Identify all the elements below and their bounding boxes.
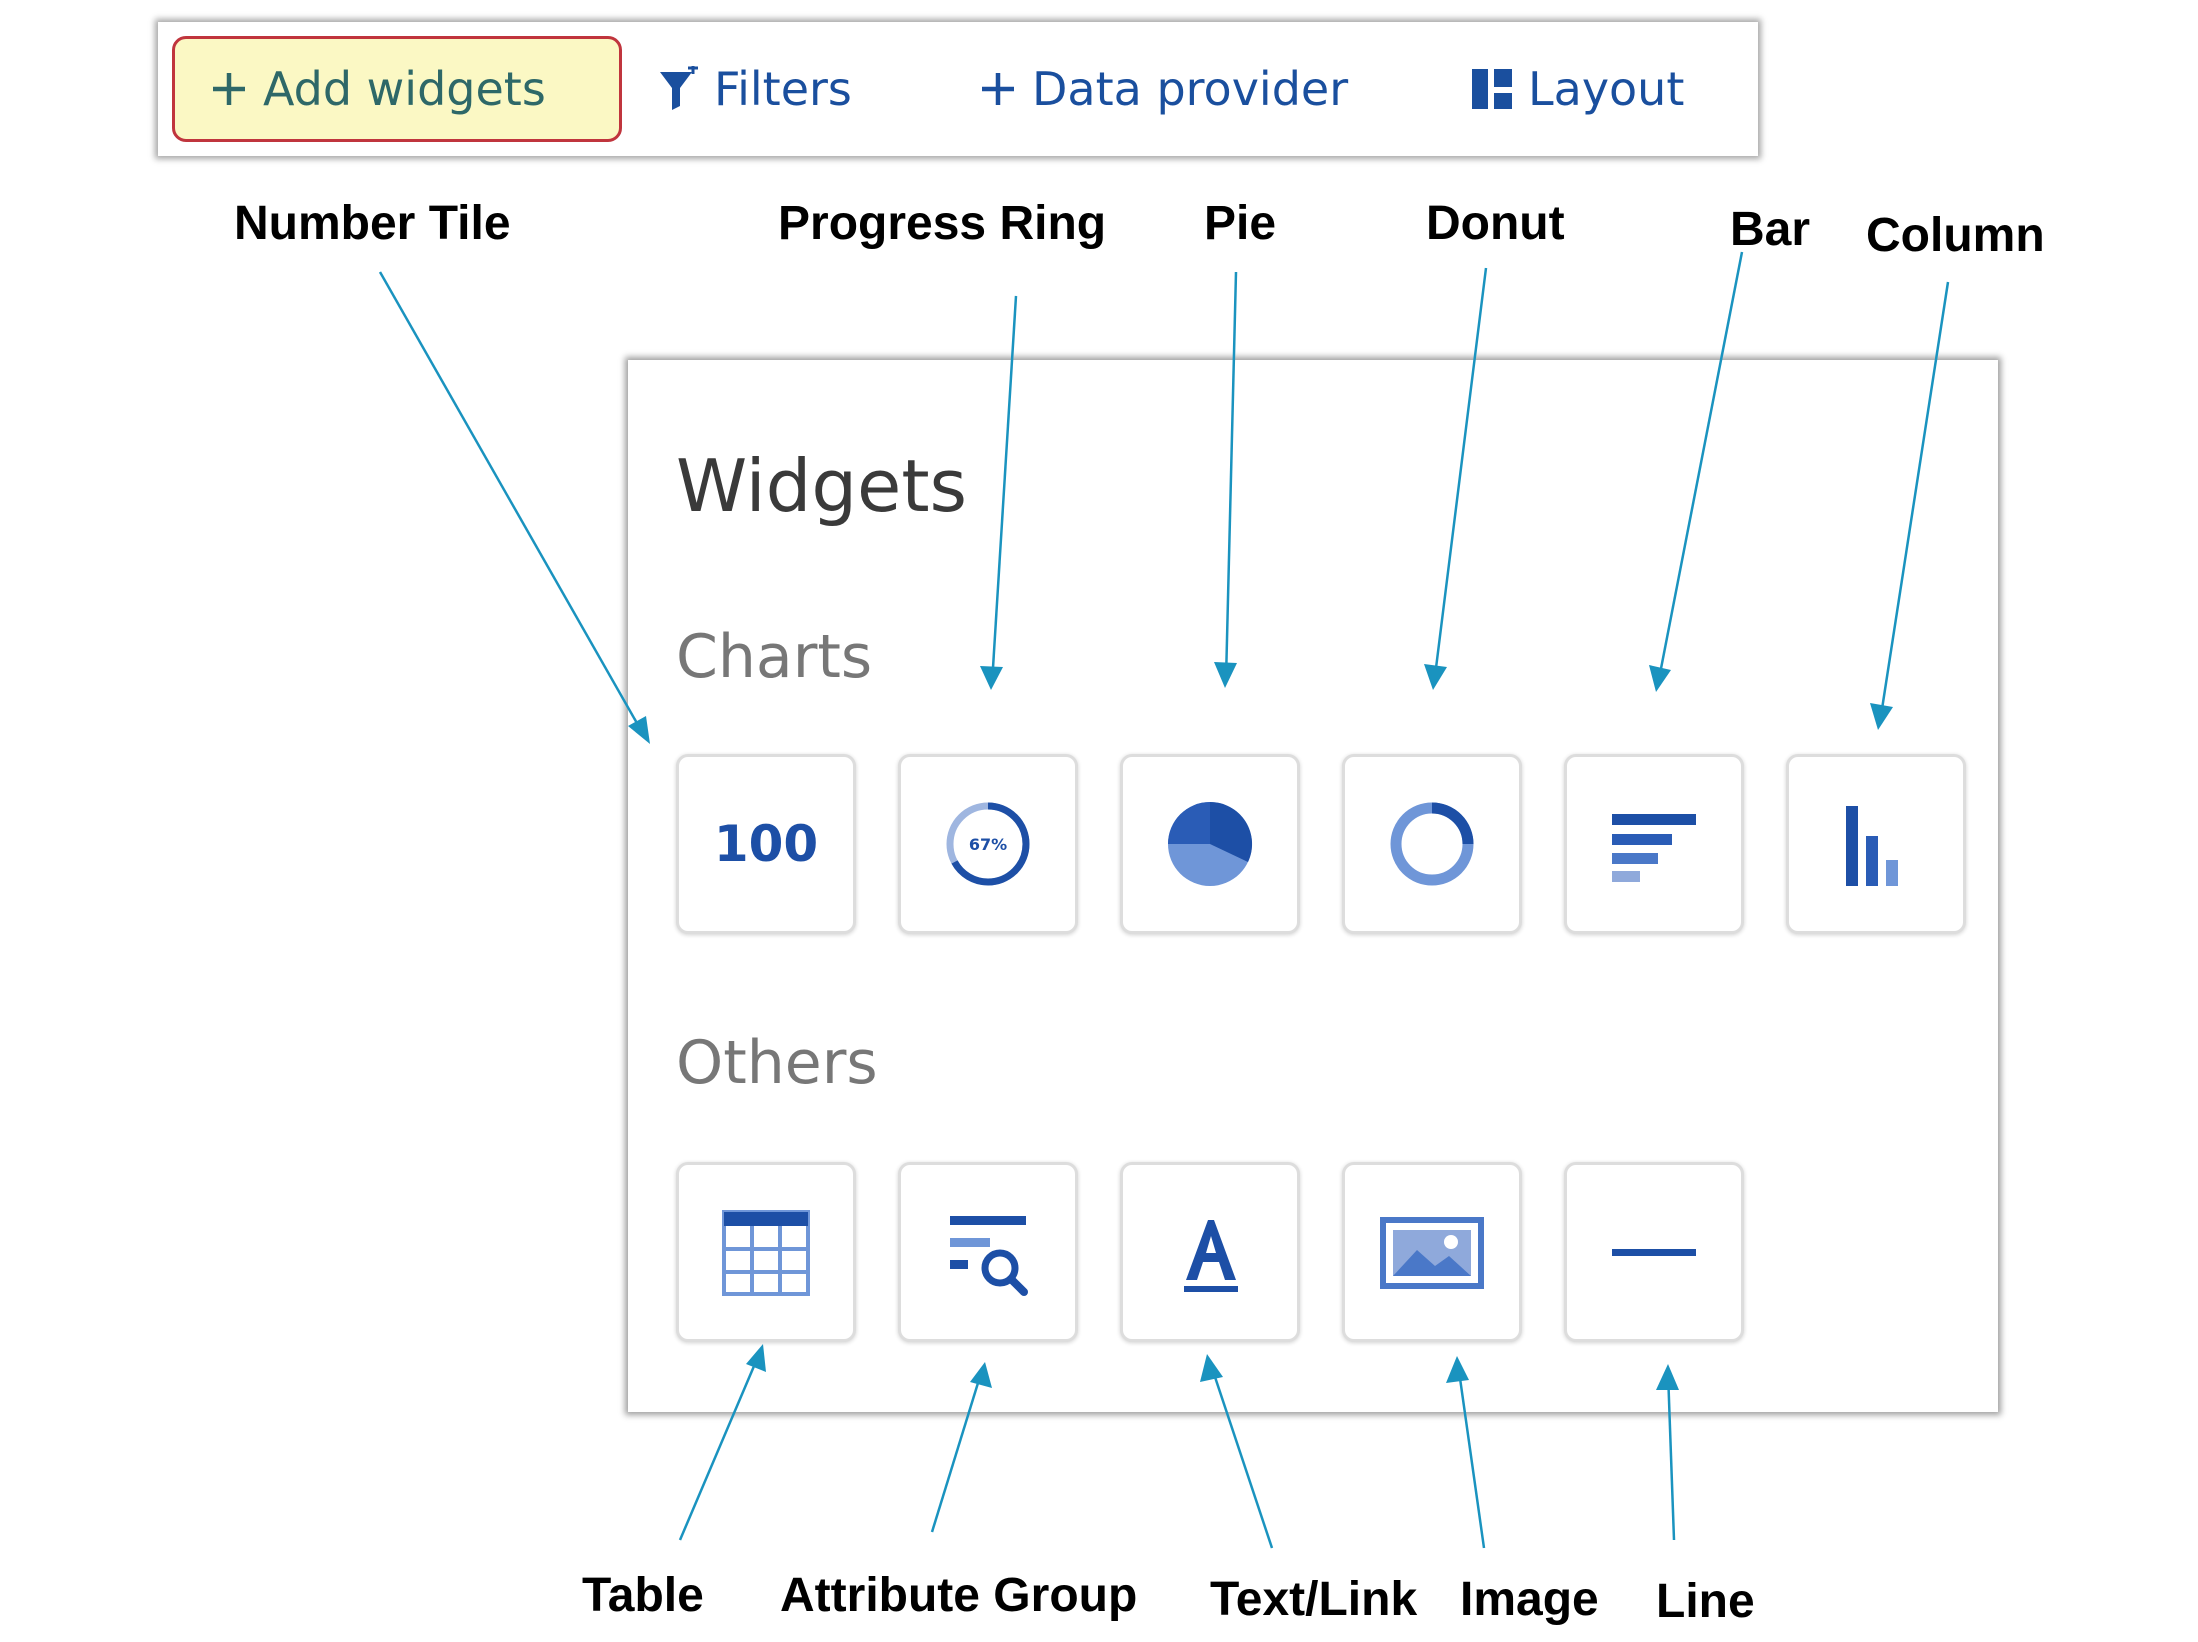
arrow-progress-ring: [990, 295, 1018, 685]
arrow-line: [1666, 1371, 1676, 1541]
arrowhead: [1656, 1364, 1679, 1390]
arrow-bar: [1656, 251, 1744, 685]
arrowhead: [970, 1362, 992, 1388]
arrowhead: [1214, 662, 1237, 688]
arrow-table: [678, 1351, 762, 1541]
arrowhead: [980, 666, 1003, 690]
arrowhead: [1424, 664, 1447, 690]
arrowhead: [1870, 703, 1893, 730]
arrow-image: [1456, 1363, 1486, 1549]
arrow-attribute-group: [930, 1369, 984, 1533]
callout-arrows: [378, 251, 1950, 1549]
arrow-number-tile: [378, 271, 644, 733]
arrowhead: [1200, 1354, 1223, 1382]
arrowhead: [628, 716, 650, 744]
arrowhead: [1649, 665, 1671, 692]
arrow-donut: [1432, 267, 1488, 685]
arrow-text-link: [1208, 1361, 1274, 1549]
arrowhead: [1446, 1356, 1469, 1383]
arrowhead: [746, 1344, 766, 1372]
arrow-pie: [1224, 271, 1238, 681]
arrow-column: [1878, 281, 1950, 723]
